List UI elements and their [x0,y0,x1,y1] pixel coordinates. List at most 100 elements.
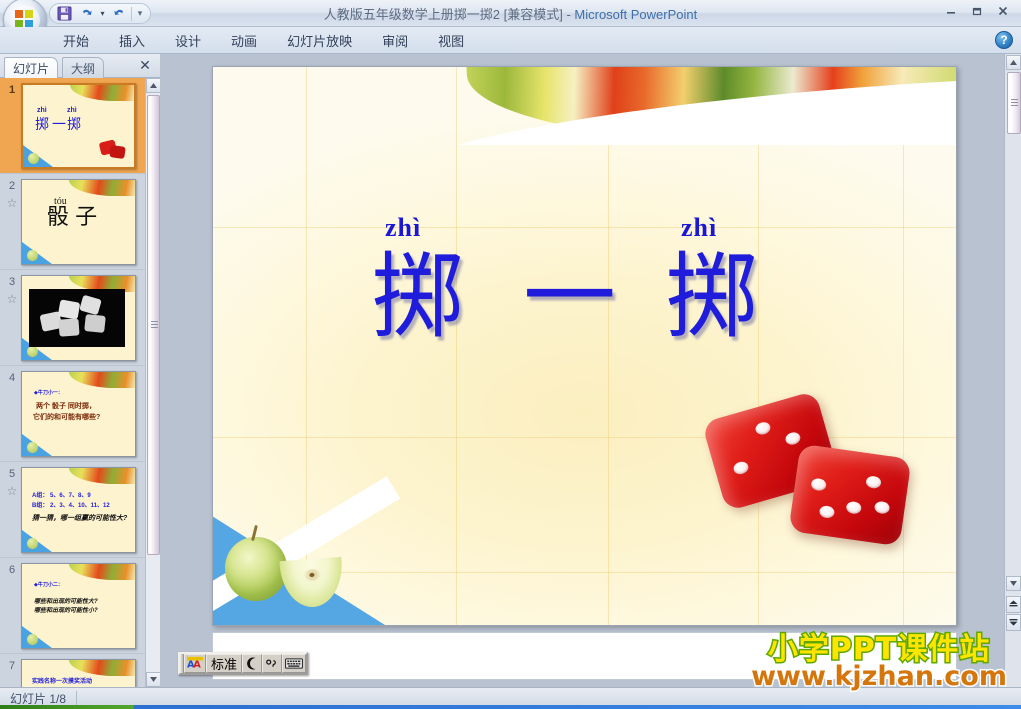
list-item[interactable]: 5 ☆ A组： 5、6、7、8、9 B组： 2、3、4、10、11、12 猜一猜… [0,462,145,558]
animation-star-icon: ☆ [6,292,18,306]
scrollbar-thumb[interactable] [147,95,160,555]
title-bar: 人教版五年级数学上册掷一掷2 [兼容模式] - Microsoft PowerP… [0,0,1021,42]
undo-dropdown-icon[interactable]: ▾ [98,5,107,23]
tab-design[interactable]: 设计 [160,27,216,54]
slide-thumbnail-list[interactable]: 1 zhì zhì 掷 一 掷 2 ☆ tóu 骰 子 3 ☆ 4 ◆牛刀小一：… [0,78,145,687]
slide-number: 1 [8,84,16,96]
qat-separator [131,6,132,21]
os-taskbar-edge [0,705,1021,709]
pane-tab-bar: 幻灯片 大纲 ✕ [0,54,160,78]
slide-number: 7 [8,660,16,672]
ime-keyboard-icon[interactable] [282,654,307,673]
close-pane-icon[interactable]: ✕ [137,57,153,73]
slide-thumbnail[interactable] [21,275,136,361]
list-item[interactable]: 4 ◆牛刀小一： 两个 骰子 同时掷， 它们的和可能有哪些? [0,366,145,462]
slide-number: 2 [8,180,16,192]
thumb-line2: 哪些和出现的可能性小? [34,608,98,614]
thumb-line1: 两个 骰子 同时掷， [36,403,96,410]
previous-slide-icon[interactable] [1006,596,1021,613]
slide-number: 5 [8,468,16,480]
list-item[interactable]: 6 ◆牛刀小二： 哪些和出现的可能性大? 哪些和出现的可能性小? [0,558,145,654]
tab-home[interactable]: 开始 [48,27,104,54]
quick-access-toolbar: ▾ ▾ [49,3,151,24]
close-icon[interactable] [991,2,1015,20]
dice-photo [29,289,125,347]
character-dash: 一 [523,243,616,351]
slide-number: 6 [8,564,16,576]
restore-icon[interactable] [965,2,989,20]
tab-insert[interactable]: 插入 [104,27,160,54]
thumb-char-left: 掷 [35,116,49,132]
tab-view[interactable]: 视图 [423,27,479,54]
window-title-appname: Microsoft PowerPoint [574,7,698,22]
ribbon-tabs: 开始 插入 设计 动画 幻灯片放映 审阅 视图 [48,27,479,54]
dice-image [701,390,920,553]
ime-punctuation-toggle-icon[interactable] [262,654,283,673]
scrollbar-thumb[interactable] [1007,72,1021,134]
current-slide[interactable]: zhì zhì 掷 一 掷 [212,66,957,626]
slide-number: 4 [8,372,16,384]
svg-text:A: A [193,660,201,671]
window-title: 人教版五年级数学上册掷一掷2 [兼容模式] - Microsoft PowerP… [0,4,1021,23]
animation-star-icon: ☆ [6,196,18,210]
thumb-line-c: 猜一猜，哪一组赢的可能性大? [32,515,128,522]
scrollbar-grip-icon [151,321,158,328]
slide-top-decoration [213,67,956,145]
slide-number: 3 [8,276,16,288]
thumb-dash: 一 [52,116,66,132]
qat-customize-icon[interactable]: ▾ [134,5,146,23]
tab-slides[interactable]: 幻灯片 [4,57,59,78]
list-item[interactable]: 1 zhì zhì 掷 一 掷 [0,78,145,174]
pinyin-right: zhì [681,213,718,242]
thumb-line2: 它们的和可能有哪些? [33,414,101,421]
slide-thumbnail[interactable]: ◆牛刀小一： 两个 骰子 同时掷， 它们的和可能有哪些? [21,371,136,457]
notes-pane[interactable] [212,632,957,680]
tab-outline[interactable]: 大纲 [62,57,105,78]
slide-editing-area: zhì zhì 掷 一 掷 [160,54,1021,687]
window-controls [939,2,1015,20]
slide-thumbnail[interactable]: A组： 5、6、7、8、9 B组： 2、3、4、10、11、12 猜一猜，哪一组… [21,467,136,553]
ime-shape-toggle-icon[interactable] [242,654,263,673]
thumb-text: 骰 子 [47,204,98,229]
window-title-document: 人教版五年级数学上册掷一掷2 [兼容模式] [323,7,563,22]
slide-area-scrollbar[interactable] [1004,54,1021,687]
slides-pane: 幻灯片 大纲 ✕ 1 zhì zhì 掷 一 掷 2 ☆ tóu 骰 子 3 ☆… [0,54,161,687]
list-item[interactable]: 7 实践名称一次摸奖活动 规则：摸球，摸球，摸球 [0,654,145,687]
thumb-pinyin-left: zhì [37,107,47,114]
scroll-down-icon[interactable] [146,672,161,687]
tab-review[interactable]: 审阅 [367,27,423,54]
thumb-heading: ◆牛刀小二： [34,582,63,588]
ime-logo-icon[interactable]: A A [184,654,206,673]
character-right: 掷 [665,243,758,351]
slide-thumbnail[interactable]: ◆牛刀小二： 哪些和出现的可能性大? 哪些和出现的可能性小? [21,563,136,649]
ime-language-bar[interactable]: A A 标准 [178,652,309,675]
save-icon[interactable] [54,5,74,23]
tab-animations[interactable]: 动画 [216,27,272,54]
apple-image [225,537,287,601]
powerpoint-window: 人教版五年级数学上册掷一掷2 [兼容模式] - Microsoft PowerP… [0,0,1021,709]
scroll-up-icon[interactable] [146,78,161,93]
list-item[interactable]: 2 ☆ tóu 骰 子 [0,174,145,270]
slide-thumbnail[interactable]: 实践名称一次摸奖活动 规则：摸球，摸球，摸球 [21,659,136,687]
thumb-heading: 实践名称一次摸奖活动 [32,679,93,685]
undo-icon[interactable] [76,5,96,23]
tab-slideshow[interactable]: 幻灯片放映 [272,27,367,54]
thumb-heading: ◆牛刀小一： [34,390,63,396]
scroll-down-icon[interactable] [1006,576,1021,591]
slide-thumbnail[interactable]: tóu 骰 子 [21,179,136,265]
thumb-line-a: A组： 5、6、7、8、9 [32,493,91,499]
ime-mode-button[interactable]: 标准 [206,654,243,673]
redo-icon[interactable] [109,5,129,23]
help-icon[interactable]: ? [995,31,1013,49]
thumb-line-b: B组： 2、3、4、10、11、12 [32,503,110,509]
list-item[interactable]: 3 ☆ [0,270,145,366]
thumb-pinyin-right: zhì [67,107,77,114]
slides-pane-scrollbar[interactable] [145,78,161,687]
scroll-up-icon[interactable] [1006,55,1021,70]
die-two [788,443,912,547]
next-slide-icon[interactable] [1006,614,1021,631]
minimize-icon[interactable] [939,2,963,20]
pinyin-left: zhì [385,213,422,242]
ribbon-tab-bar: 开始 插入 设计 动画 幻灯片放映 审阅 视图 ? [0,27,1021,54]
slide-thumbnail[interactable]: zhì zhì 掷 一 掷 [21,83,136,169]
